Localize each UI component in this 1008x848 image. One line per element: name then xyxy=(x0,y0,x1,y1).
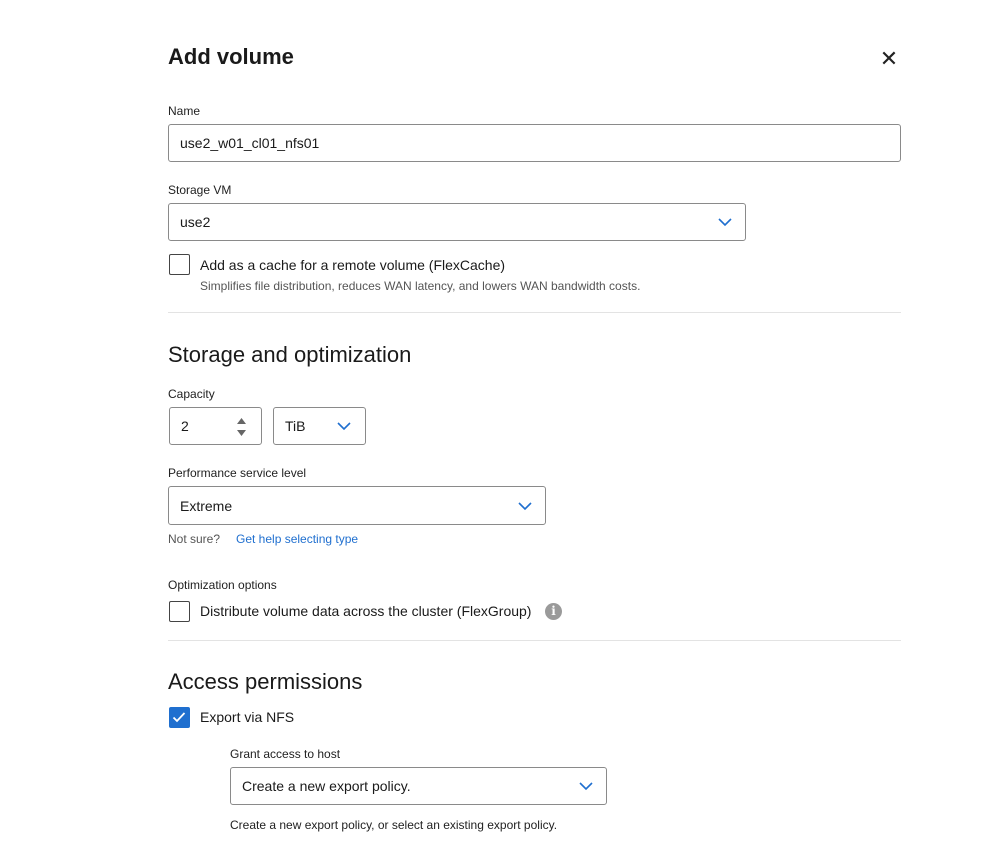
close-icon[interactable]: ✕ xyxy=(878,48,900,70)
flexcache-hint: Simplifies file distribution, reduces WA… xyxy=(200,279,641,293)
performance-label: Performance service level xyxy=(168,466,307,480)
optimization-label: Optimization options xyxy=(168,578,277,592)
export-policy-value: Create a new export policy. xyxy=(242,778,411,794)
performance-select[interactable]: Extreme xyxy=(168,486,546,525)
checkmark-icon xyxy=(172,712,186,723)
stepper-arrows-icon[interactable] xyxy=(236,417,247,437)
capacity-stepper[interactable]: 2 xyxy=(169,407,262,445)
not-sure-text: Not sure? xyxy=(168,532,221,546)
export-policy-select[interactable]: Create a new export policy. xyxy=(230,767,607,805)
chevron-down-icon xyxy=(518,501,532,510)
grant-access-label: Grant access to host xyxy=(230,747,341,761)
help-selecting-type-link[interactable]: Get help selecting type xyxy=(236,532,358,546)
name-label: Name xyxy=(168,104,201,118)
access-section-title: Access permissions xyxy=(168,669,363,694)
storage-vm-value: use2 xyxy=(180,214,211,230)
info-icon[interactable]: i xyxy=(545,603,562,620)
flexcache-label: Add as a cache for a remote volume (Flex… xyxy=(200,257,506,273)
chevron-down-icon xyxy=(718,218,732,227)
name-input[interactable]: use2_w01_cl01_nfs01 xyxy=(168,124,901,162)
nfs-checkbox[interactable] xyxy=(169,707,190,728)
name-input-value: use2_w01_cl01_nfs01 xyxy=(180,135,320,151)
flexcache-checkbox[interactable] xyxy=(169,254,190,275)
storage-vm-select[interactable]: use2 xyxy=(168,203,746,241)
storage-vm-label: Storage VM xyxy=(168,183,232,197)
capacity-unit-select[interactable]: TiB xyxy=(273,407,366,445)
flexgroup-label: Distribute volume data across the cluste… xyxy=(200,603,532,619)
performance-value: Extreme xyxy=(180,497,233,514)
export-policy-hint: Create a new export policy, or select an… xyxy=(230,818,558,832)
chevron-down-icon xyxy=(579,782,593,791)
dialog-title: Add volume xyxy=(168,44,294,69)
nfs-label: Export via NFS xyxy=(200,709,295,725)
divider xyxy=(168,312,901,313)
chevron-down-icon xyxy=(337,422,351,431)
flexgroup-checkbox[interactable] xyxy=(169,601,190,622)
capacity-unit-value: TiB xyxy=(285,418,306,434)
capacity-value: 2 xyxy=(181,418,189,434)
storage-section-title: Storage and optimization xyxy=(168,342,412,367)
divider xyxy=(168,640,901,641)
capacity-label: Capacity xyxy=(168,387,215,401)
